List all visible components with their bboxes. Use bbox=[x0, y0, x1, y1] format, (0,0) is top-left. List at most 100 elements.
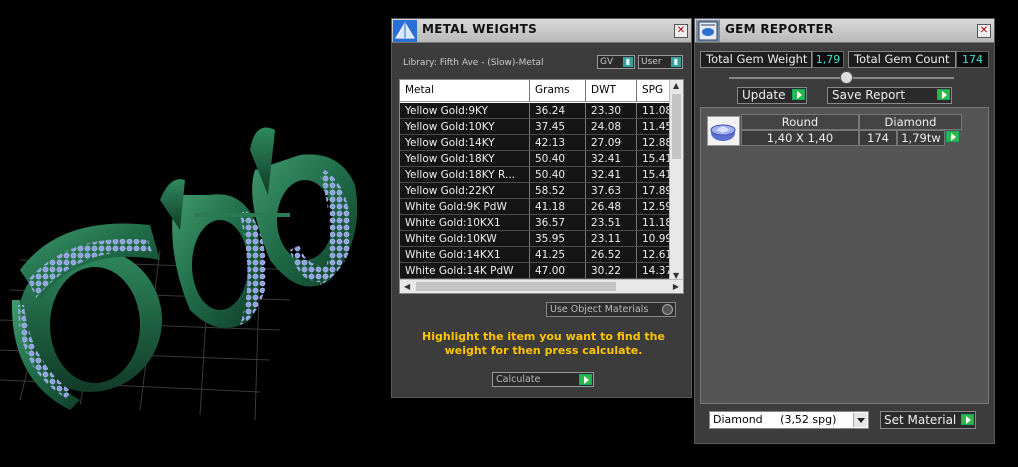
spg-cell: 14.37 bbox=[642, 265, 672, 277]
gem-list[interactable]: Round Diamond 1,40 X 1,40 174 1,79tw bbox=[700, 107, 989, 404]
chevron-down-icon[interactable] bbox=[853, 413, 867, 427]
table-row[interactable]: White Gold:9K PdW 41.18 26.48 12.59 bbox=[400, 199, 672, 215]
table-row[interactable]: Yellow Gold:18KY R... 50.40 32.41 15.41 bbox=[400, 167, 672, 183]
table-row[interactable]: Yellow Gold:9KY 36.24 23.30 11.08 bbox=[400, 103, 672, 119]
scroll-left-icon[interactable]: ◀ bbox=[404, 282, 410, 291]
jewelry-model-render bbox=[0, 127, 358, 421]
3d-viewport[interactable] bbox=[0, 0, 390, 467]
col-spg[interactable]: SPG bbox=[642, 84, 663, 96]
set-material-button[interactable]: Set Material bbox=[880, 411, 976, 429]
close-icon[interactable]: ✕ bbox=[977, 24, 991, 38]
metal-name-cell: Yellow Gold:22KY bbox=[405, 185, 495, 197]
gem-reporter-titlebar[interactable]: GEM REPORTER ✕ bbox=[695, 19, 994, 43]
close-icon[interactable]: ✕ bbox=[674, 24, 688, 38]
use-object-materials-label: Use Object Materials bbox=[550, 304, 649, 315]
play-arrow-icon[interactable] bbox=[961, 414, 974, 425]
material-select[interactable]: Diamond (3,52 spg) bbox=[709, 411, 869, 429]
play-arrow-icon[interactable] bbox=[579, 374, 592, 385]
table-row[interactable]: Yellow Gold:10KY 37.45 24.08 11.45 bbox=[400, 119, 672, 135]
dwt-cell: 26.48 bbox=[591, 201, 622, 213]
gem-count: 174 bbox=[859, 130, 897, 146]
grams-cell: 47.00 bbox=[535, 265, 566, 277]
update-label: Update bbox=[742, 88, 786, 102]
gv-toggle[interactable]: GV ▮ bbox=[597, 55, 635, 69]
save-report-button[interactable]: Save Report bbox=[827, 87, 952, 104]
grams-cell: 36.57 bbox=[535, 217, 566, 229]
gem-size: 1,40 X 1,40 bbox=[741, 130, 859, 146]
col-grams[interactable]: Grams bbox=[535, 84, 570, 96]
dwt-cell: 32.41 bbox=[591, 153, 622, 165]
gem-material-header: Diamond bbox=[859, 114, 962, 130]
user-toggle[interactable]: User ▮ bbox=[638, 55, 683, 69]
grams-cell: 50.40 bbox=[535, 153, 566, 165]
gem-reporter-panel: GEM REPORTER ✕ Total Gem Weight 1,79 Tot… bbox=[694, 18, 995, 444]
dwt-cell: 23.30 bbox=[591, 105, 622, 117]
dwt-cell: 37.63 bbox=[591, 185, 622, 197]
grams-cell: 41.25 bbox=[535, 249, 566, 261]
instruction-text: Highlight the item you want to find the … bbox=[422, 330, 665, 357]
dwt-cell: 24.08 bbox=[591, 121, 622, 133]
table-horizontal-scrollbar[interactable]: ◀ ▶ bbox=[400, 279, 683, 293]
calculate-label: Calculate bbox=[496, 374, 541, 385]
save-report-label: Save Report bbox=[832, 88, 906, 102]
size-slider-handle[interactable] bbox=[840, 71, 853, 84]
metal-name-cell: Yellow Gold:9KY bbox=[405, 105, 488, 117]
radio-icon[interactable] bbox=[662, 304, 673, 315]
calculate-button[interactable]: Calculate bbox=[492, 372, 594, 387]
grams-cell: 35.95 bbox=[535, 233, 566, 245]
scroll-thumb[interactable] bbox=[416, 282, 616, 291]
scroll-up-icon[interactable]: ▲ bbox=[673, 81, 679, 90]
round-diamond-icon bbox=[707, 116, 740, 146]
metal-name-cell: White Gold:14K PdW bbox=[405, 265, 514, 277]
gem-tw: 1,79tw bbox=[897, 130, 945, 146]
use-object-materials-option[interactable]: Use Object Materials bbox=[546, 302, 676, 317]
grams-cell: 36.24 bbox=[535, 105, 566, 117]
table-row[interactable]: White Gold:10KW 35.95 23.11 10.99 bbox=[400, 231, 672, 247]
metal-weights-titlebar[interactable]: METAL WEIGHTS ✕ bbox=[392, 19, 691, 43]
metal-weights-panel: METAL WEIGHTS ✕ Library: Fifth Ave - (Sl… bbox=[391, 18, 692, 398]
col-metal[interactable]: Metal bbox=[405, 84, 434, 96]
dwt-cell: 26.52 bbox=[591, 249, 622, 261]
toggle-indicator-icon: ▮ bbox=[623, 57, 633, 67]
table-body: Yellow Gold:9KY 36.24 23.30 11.08 Yellow Gol… bbox=[400, 103, 672, 279]
table-row[interactable]: Yellow Gold:18KY 50.40 32.41 15.41 bbox=[400, 151, 672, 167]
table-row[interactable]: White Gold:10KX1 36.57 23.51 11.18 bbox=[400, 215, 672, 231]
play-arrow-icon[interactable] bbox=[937, 89, 950, 100]
metal-name-cell: White Gold:10KW bbox=[405, 233, 497, 245]
grams-cell: 41.18 bbox=[535, 201, 566, 213]
gem-row-go-icon[interactable] bbox=[946, 131, 959, 142]
grams-cell: 37.45 bbox=[535, 121, 566, 133]
update-button[interactable]: Update bbox=[737, 87, 807, 104]
total-gem-count-value: 174 bbox=[956, 51, 989, 68]
table-vertical-scrollbar[interactable]: ▲ ▼ bbox=[669, 80, 683, 281]
spg-cell: 17.89 bbox=[642, 185, 672, 197]
scroll-right-icon[interactable]: ▶ bbox=[673, 282, 679, 291]
play-arrow-icon[interactable] bbox=[792, 89, 805, 100]
table-row[interactable]: White Gold:14KX1 41.25 26.52 12.61 bbox=[400, 247, 672, 263]
material-select-value: Diamond (3,52 spg) bbox=[713, 413, 837, 426]
library-label: Library: Fifth Ave - (Slow)-Metal bbox=[403, 58, 544, 68]
scroll-thumb[interactable] bbox=[672, 94, 681, 159]
gem-report-icon bbox=[696, 20, 720, 42]
metal-name-cell: White Gold:9K PdW bbox=[405, 201, 507, 213]
pyramid-icon bbox=[393, 20, 417, 42]
metal-name-cell: White Gold:10KX1 bbox=[405, 217, 501, 229]
user-label: User bbox=[641, 57, 662, 67]
spg-cell: 11.08 bbox=[642, 105, 672, 117]
metal-table[interactable]: Metal Grams DWT SPG Yellow Gold:9KY 36.24… bbox=[399, 79, 684, 294]
metal-name-cell: Yellow Gold:14KY bbox=[405, 137, 495, 149]
panel-title: METAL WEIGHTS bbox=[422, 22, 538, 36]
table-row[interactable]: Yellow Gold:14KY 42.13 27.09 12.88 bbox=[400, 135, 672, 151]
gv-label: GV bbox=[600, 57, 614, 67]
total-gem-count-label: Total Gem Count bbox=[848, 51, 956, 68]
col-dwt[interactable]: DWT bbox=[591, 84, 616, 96]
table-row[interactable]: Yellow Gold:22KY 58.52 37.63 17.89 bbox=[400, 183, 672, 199]
total-gem-weight-value: 1,79 bbox=[812, 51, 844, 68]
gem-shape-header: Round bbox=[741, 114, 859, 130]
table-row[interactable]: White Gold:14K PdW 47.00 30.22 14.37 bbox=[400, 263, 672, 279]
spg-cell: 12.61 bbox=[642, 249, 672, 261]
metal-name-cell: White Gold:14KX1 bbox=[405, 249, 501, 261]
dwt-cell: 27.09 bbox=[591, 137, 622, 149]
dwt-cell: 30.22 bbox=[591, 265, 622, 277]
metal-name-cell: Yellow Gold:10KY bbox=[405, 121, 495, 133]
